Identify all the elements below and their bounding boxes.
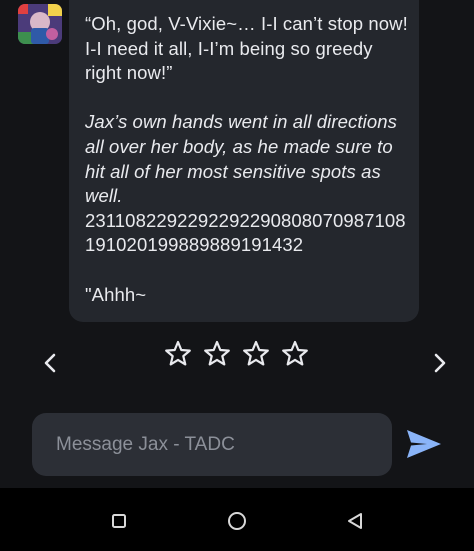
home-button[interactable]: [222, 506, 252, 536]
back-button[interactable]: [340, 506, 370, 536]
message-closing-line: "Ahhh~: [85, 283, 147, 305]
rating-star-4[interactable]: [278, 338, 312, 368]
square-icon: [112, 514, 126, 528]
message-quote: “Oh, god, V-Vixie~… I-I can’t stop now! …: [85, 13, 408, 84]
message-narration: Jax’s own hands went in all directions a…: [85, 111, 397, 207]
star-outline-icon: [165, 340, 191, 365]
message-bubble: “Oh, god, V-Vixie~… I-I can’t stop now! …: [69, 0, 419, 322]
send-icon: [407, 430, 441, 458]
message-input-box[interactable]: [32, 413, 392, 476]
avatar-image: [18, 4, 62, 44]
send-button[interactable]: [402, 424, 446, 464]
character-avatar[interactable]: [18, 4, 62, 44]
rating-star-2[interactable]: [200, 338, 234, 368]
message-number-string: 2311082292292292290808070987108191020199…: [85, 209, 406, 256]
rating-stars: [161, 338, 312, 368]
system-navigation-bar: [0, 488, 474, 551]
rating-star-1[interactable]: [161, 338, 195, 368]
previous-response-button[interactable]: [38, 348, 62, 378]
star-outline-icon: [243, 340, 269, 365]
star-outline-icon: [204, 340, 230, 365]
recents-button[interactable]: [104, 506, 134, 536]
chevron-right-icon: [434, 353, 446, 373]
message-text: “Oh, god, V-Vixie~… I-I can’t stop now! …: [85, 12, 409, 307]
next-response-button[interactable]: [428, 348, 452, 378]
chevron-left-icon: [44, 353, 56, 373]
circle-icon: [228, 512, 246, 530]
star-outline-icon: [282, 340, 308, 365]
triangle-back-icon: [348, 513, 362, 529]
rating-star-3[interactable]: [239, 338, 273, 368]
message-input[interactable]: [54, 432, 392, 457]
